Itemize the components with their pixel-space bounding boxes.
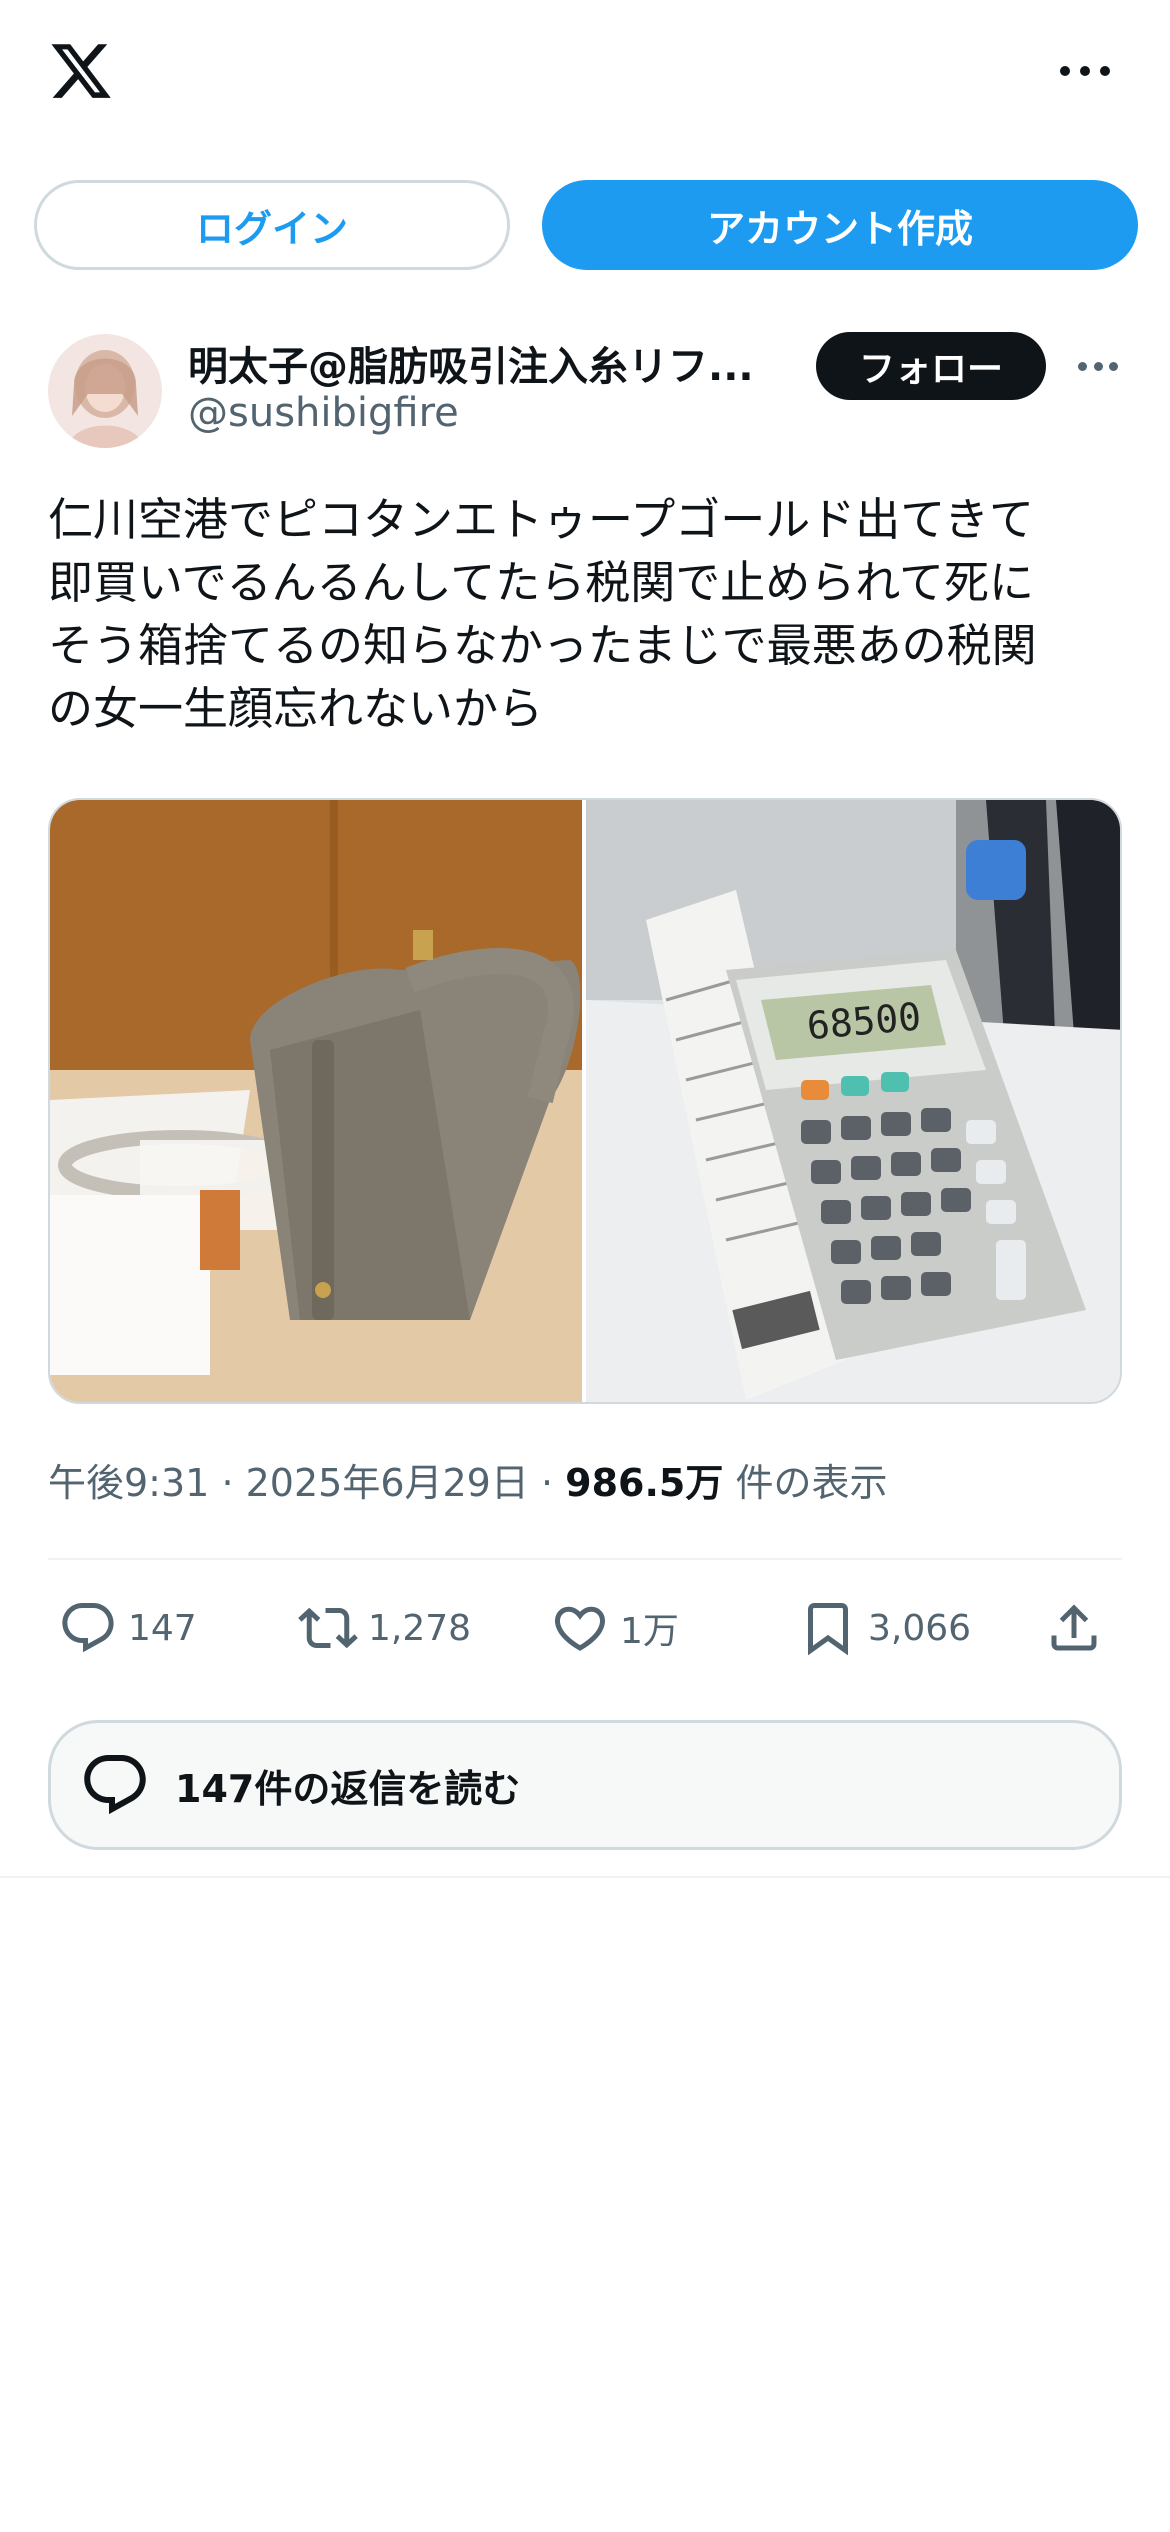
views-count: 986.5万 [565,1461,724,1505]
top-bar [0,0,1170,150]
more-dot [1060,66,1070,76]
reply-bubble-icon [84,1755,146,1815]
tweet-more-icon[interactable] [1078,360,1118,372]
repost-count: 1,278 [368,1607,472,1649]
read-replies-label: 147件の返信を読む [175,1766,521,1811]
x-logo-icon[interactable] [48,38,114,104]
more-dot [1080,66,1090,76]
like-button[interactable]: 1万 [550,1590,679,1666]
auth-buttons: ログイン アカウント作成 [34,180,1138,270]
tweet-actions: 147 1,278 1万 3,066 [48,1590,1122,1666]
bookmark-count: 3,066 [868,1607,972,1649]
tweet-time[interactable]: 午後9:31 [48,1461,209,1505]
more-icon[interactable] [1060,56,1110,86]
divider [48,1558,1122,1560]
tweet-author: 明太子@脂肪吸引注入糸リフ... @sushibigfire フォロー [48,330,1128,450]
avatar[interactable] [48,334,162,448]
more-dot [1093,361,1103,371]
meta-separator: · [221,1461,234,1505]
bookmark-icon [808,1603,848,1656]
follow-button[interactable]: フォロー [816,332,1046,400]
tweet-meta: 午後9:31 · 2025年6月29日 · 986.5万 件の表示 [48,1452,1128,1507]
more-dot [1078,361,1087,371]
reply-button[interactable]: 147 [58,1590,197,1666]
reply-count: 147 [128,1607,197,1649]
repost-icon [298,1607,358,1649]
views-label: 件の表示 [735,1461,888,1505]
avatar-image [48,334,162,448]
read-replies-button[interactable]: 147件の返信を読む [48,1720,1122,1850]
tweet-date[interactable]: 2025年6月29日 [246,1461,529,1505]
divider [0,1876,1170,1878]
author-name[interactable]: 明太子@脂肪吸引注入糸リフ... [188,334,828,392]
like-count: 1万 [620,1611,679,1652]
login-button[interactable]: ログイン [34,180,510,270]
more-dot [1100,66,1110,76]
reply-icon [62,1603,114,1653]
tweet-text: 仁川空港でピコタンエトゥープゴールド出てきて 即買いでるんるんしてたら税関で止め… [48,493,1037,735]
author-handle[interactable]: @sushibigfire [188,390,459,436]
repost-button[interactable]: 1,278 [298,1590,471,1666]
share-button[interactable] [1044,1590,1114,1666]
bag-photo[interactable] [50,800,582,1404]
more-dot [1109,361,1118,371]
bookmark-button[interactable]: 3,066 [798,1590,971,1666]
heart-icon [554,1606,606,1651]
share-icon [1051,1604,1097,1651]
meta-separator: · [540,1461,554,1505]
calculator-photo[interactable]: 68500 [586,800,1122,1404]
create-account-button[interactable]: アカウント作成 [542,180,1138,270]
tweet-media: 68500 [48,798,1122,1404]
